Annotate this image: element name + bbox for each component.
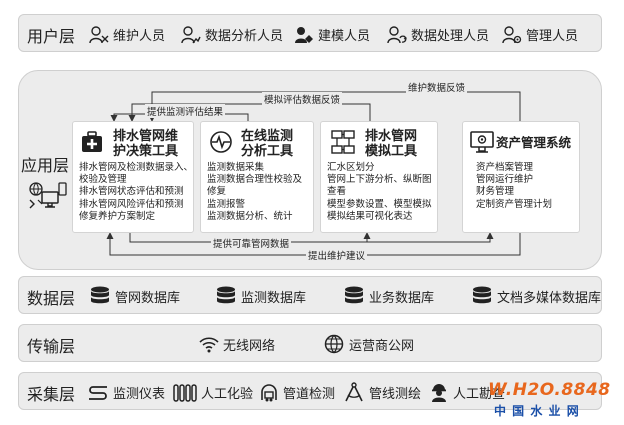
- data-item-label: 业务数据库: [369, 290, 435, 306]
- card-online-monitoring-tool[interactable]: 在线监测 分析工具 监测数据采集 监测数据合理性校验及 修复 监测报警 监测数据…: [200, 121, 314, 233]
- card-drainage-decision-tool[interactable]: 排水管网维 护决策工具 排水管网及检测数据录入、 校验及管理 排水管网状态评估和…: [72, 121, 194, 233]
- card-body: 监测数据采集 监测数据合理性校验及 修复 监测报警 监测数据分析、统计: [207, 162, 303, 222]
- sim-feedback-label: 模拟评估数据反馈: [262, 92, 343, 106]
- transport-item-label: 运营商公网: [349, 338, 415, 354]
- inspection-robot-icon: [261, 383, 277, 401]
- worker-icon: [432, 384, 446, 402]
- data-layer-title: 数据层: [27, 289, 76, 308]
- collect-meters: 监测仪表: [87, 383, 165, 402]
- collect-item-label: 人工化验: [201, 387, 254, 402]
- database-icon: [91, 286, 109, 304]
- db-pipe-network: 管网数据库: [89, 286, 180, 306]
- test-tubes-icon: [173, 383, 197, 402]
- collect-layer-title: 采集层: [27, 385, 76, 404]
- watermark-caption: 中 国 水 业 网: [494, 404, 580, 418]
- card-title: 资产管理系统: [496, 135, 572, 150]
- card-asset-management-system[interactable]: 资产管理系统 资产档案管理 管网运行维护 财务管理 定制资产管理计划: [462, 121, 580, 233]
- heartbeat-icon: [210, 131, 232, 153]
- db-monitoring: 监测数据库: [215, 286, 306, 306]
- maintenance-suggestion-label: 提出维护建议: [306, 248, 368, 262]
- pipe-meter-icon: [89, 385, 107, 400]
- database-icon: [473, 286, 491, 304]
- data-layer: 数据层 管网数据库 监测数据库 业务数据库 文档多媒体数据库: [18, 276, 602, 314]
- collect-item-label: 管道检测: [283, 387, 336, 402]
- transport-layer: 传输层 无线网络 运营商公网: [18, 324, 602, 362]
- collect-item-label: 监测仪表: [113, 387, 166, 402]
- flowchart-icon: [331, 130, 355, 154]
- card-body: 排水管网及检测数据录入、 校验及管理 排水管网状态评估和预测 排水管网风险评估和…: [79, 162, 194, 222]
- transport-wireless: 无线网络: [199, 335, 275, 354]
- card-body: 汇水区划分 管网上下游分析、纵断图 查看 模型参数设置、模型模拟 模拟结果可视化…: [327, 162, 432, 222]
- reliable-data-branch: [367, 232, 494, 243]
- compass-survey-icon: [345, 382, 363, 402]
- data-item-label: 文档多媒体数据库: [497, 290, 602, 306]
- transport-carrier-network: 运营商公网: [323, 334, 414, 354]
- wifi-icon: [199, 336, 219, 352]
- monitor-gear-icon: [470, 131, 494, 153]
- collect-pipe-inspection: 管道检测: [259, 383, 335, 402]
- collect-lab-test: 人工化验: [173, 383, 253, 402]
- data-item-label: 监测数据库: [241, 290, 307, 306]
- data-item-label: 管网数据库: [115, 290, 181, 306]
- transport-layer-title: 传输层: [27, 337, 76, 356]
- monitoring-results-label: 提供监测评估结果: [145, 104, 226, 118]
- db-business: 业务数据库: [343, 286, 434, 306]
- database-icon: [345, 286, 363, 304]
- card-title: 在线监测 分析工具: [241, 129, 294, 159]
- card-body: 资产档案管理 管网运行维护 财务管理 定制资产管理计划: [476, 162, 553, 210]
- collect-survey: 管线测绘: [343, 382, 421, 402]
- maintenance-feedback-label: 维护数据反馈: [406, 80, 468, 94]
- reliable-data-label: 提供可靠管网数据: [211, 236, 292, 250]
- collect-item-label: 管线测绘: [369, 386, 422, 402]
- medical-kit-icon: [82, 131, 102, 152]
- card-title: 排水管网 模拟工具: [365, 129, 418, 159]
- globe-network-icon: [324, 334, 344, 354]
- db-document-media: 文档多媒体数据库: [471, 286, 601, 306]
- database-icon: [217, 286, 235, 304]
- transport-item-label: 无线网络: [223, 339, 276, 354]
- watermark-logo: W.H2O.8848: [488, 380, 611, 400]
- card-title: 排水管网维 护决策工具: [113, 129, 179, 159]
- card-drainage-simulation-tool[interactable]: 排水管网 模拟工具 汇水区划分 管网上下游分析、纵断图 查看 模型参数设置、模型…: [320, 121, 438, 233]
